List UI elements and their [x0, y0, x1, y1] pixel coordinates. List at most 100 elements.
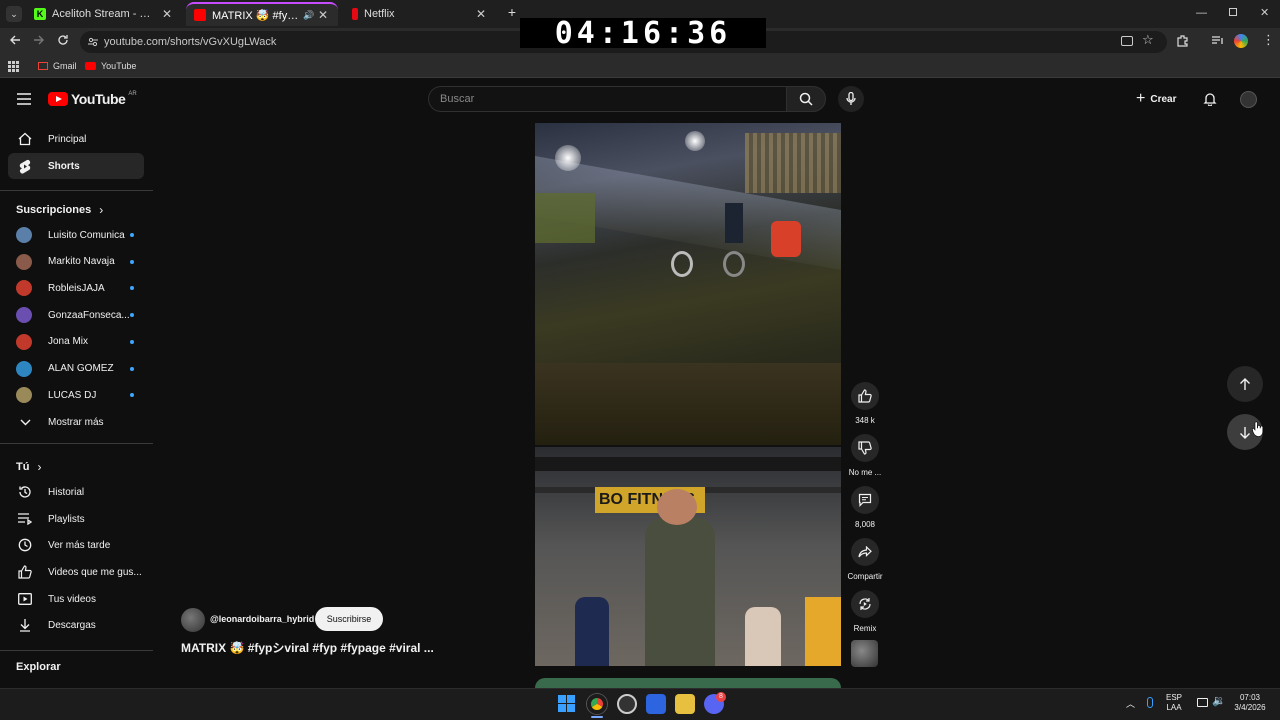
sidebar-item-ver-mas-tarde[interactable]: Ver más tarde: [8, 532, 144, 558]
obs-taskbar-icon[interactable]: [617, 694, 637, 714]
sidebar-subscription-item[interactable]: LUCAS DJ: [8, 382, 144, 408]
window-close-button[interactable]: ✕: [1260, 6, 1269, 19]
account-avatar[interactable]: [1240, 91, 1257, 108]
tray-overflow-icon[interactable]: ︿: [1126, 697, 1135, 710]
bookmark-gmail[interactable]: Gmail: [38, 61, 77, 71]
create-button[interactable]: + Crear: [1136, 90, 1176, 108]
site-info-icon[interactable]: [87, 36, 99, 48]
sidebar-item-liked-videos[interactable]: Videos que me gus...: [8, 559, 144, 585]
microphone-icon: [846, 92, 856, 105]
short-video-player[interactable]: BO FITNESS: [535, 123, 841, 666]
next-short-preview[interactable]: [535, 678, 841, 688]
thumbs-up-icon: [858, 389, 872, 403]
sidebar-subscription-item[interactable]: GonzaaFonseca...: [8, 302, 144, 328]
tab-close-icon[interactable]: ✕: [316, 8, 330, 22]
volume-icon[interactable]: 🔉: [1212, 694, 1226, 707]
search-button[interactable]: [786, 86, 826, 112]
clock-time: 07:03: [1239, 693, 1261, 702]
window-minimize-button[interactable]: —: [1196, 7, 1207, 19]
sidebar-item-descargas[interactable]: Descargas: [8, 612, 144, 638]
tab-search-button[interactable]: ⌄: [6, 6, 22, 22]
overlay-clock: 04:16:36: [520, 16, 766, 51]
channel-name[interactable]: @leonardoibarra_hybrid: [210, 614, 314, 624]
network-icon[interactable]: [1197, 698, 1208, 707]
explore-section-title: Explorar: [16, 661, 61, 673]
hamburger-menu-icon[interactable]: [17, 93, 31, 105]
new-tab-button[interactable]: +: [504, 4, 520, 22]
comments-button[interactable]: [851, 486, 879, 514]
short-title[interactable]: MATRIX 🤯 #fypシviral #fyp #fypage #viral …: [181, 639, 434, 656]
sidebar-subscription-item[interactable]: RobleisJAJA: [8, 275, 144, 301]
url-text[interactable]: youtube.com/shorts/vGvXUgLWack: [104, 36, 276, 48]
clock-icon: [16, 536, 34, 554]
subscription-name: Markito Navaja: [48, 256, 115, 268]
tab-close-icon[interactable]: ✕: [474, 7, 488, 21]
search-icon: [799, 92, 813, 106]
tray-microphone-icon[interactable]: [1147, 697, 1153, 708]
kick-favicon-icon: K: [34, 8, 46, 20]
reload-icon[interactable]: [57, 34, 69, 46]
subscriptions-section-title[interactable]: Suscripciones ›: [16, 203, 103, 217]
kick-taskbar-icon[interactable]: [675, 694, 695, 714]
previous-short-button[interactable]: [1227, 366, 1263, 402]
window-restore-button[interactable]: [1229, 8, 1237, 16]
profile-avatar[interactable]: [1234, 34, 1248, 48]
back-icon[interactable]: [9, 34, 21, 46]
sidebar-item-tus-videos[interactable]: Tus videos: [8, 586, 144, 612]
apps-grid-icon[interactable]: [8, 61, 19, 72]
cast-icon[interactable]: [1121, 36, 1133, 46]
sidebar-item-playlists[interactable]: Playlists: [8, 506, 144, 532]
voice-search-button[interactable]: [838, 86, 864, 112]
tab-netflix[interactable]: Netflix ✕: [344, 2, 496, 26]
channel-avatar: [16, 253, 32, 270]
bookmark-youtube[interactable]: YouTube: [85, 61, 136, 71]
media-controls-icon[interactable]: [1211, 35, 1224, 46]
system-clock[interactable]: 07:03 3/4/2026: [1230, 693, 1270, 713]
extensions-icon[interactable]: [1176, 34, 1189, 47]
chevron-right-icon: ›: [37, 460, 42, 474]
windows-start-icon[interactable]: [558, 695, 575, 712]
plus-icon: +: [1136, 90, 1146, 107]
channel-avatar: [16, 227, 32, 243]
video-icon: [16, 590, 34, 608]
tab-kick-stream[interactable]: K Acelitoh Stream - Watch Live on ✕: [26, 2, 182, 26]
sidebar-item-label: Shorts: [48, 160, 80, 172]
new-content-dot: [130, 259, 134, 264]
sidebar-item-label: Historial: [48, 486, 85, 498]
app-taskbar-icon[interactable]: [646, 694, 666, 714]
language-indicator[interactable]: ESP LAA: [1166, 693, 1182, 713]
chrome-taskbar-icon[interactable]: [587, 694, 607, 714]
download-icon: [16, 616, 34, 634]
sound-thumbnail[interactable]: [851, 640, 878, 667]
sidebar-item-principal[interactable]: Principal: [8, 126, 144, 152]
you-section-title[interactable]: Tú ›: [16, 460, 41, 474]
shorts-icon: [16, 157, 34, 175]
audio-playing-icon[interactable]: 🔊: [302, 10, 316, 21]
notifications-bell-icon[interactable]: [1203, 92, 1217, 106]
channel-avatar: [16, 333, 32, 350]
sidebar-item-shorts[interactable]: Shorts: [8, 153, 144, 179]
like-button[interactable]: [851, 382, 879, 410]
channel-avatar[interactable]: [181, 608, 205, 632]
subscribe-button[interactable]: Suscribirse: [315, 607, 383, 631]
tab-youtube-short[interactable]: MATRIX 🤯 #fypシviral #fyp 🔊 ✕: [186, 2, 338, 26]
bookmark-star-icon[interactable]: ☆: [1142, 32, 1154, 48]
search-input[interactable]: Buscar: [428, 86, 786, 112]
show-more-button[interactable]: Mostrar más: [8, 409, 144, 435]
sidebar-item-historial[interactable]: Historial: [8, 479, 144, 505]
youtube-logo[interactable]: YouTube AR: [48, 91, 137, 107]
netflix-favicon-icon: [352, 8, 358, 20]
bookmark-label: Gmail: [53, 61, 77, 71]
dislike-button[interactable]: [851, 434, 879, 462]
browser-menu-icon[interactable]: ⋮: [1262, 33, 1275, 47]
channel-avatar: [16, 360, 32, 377]
sidebar-subscription-item[interactable]: ALAN GOMEZ: [8, 356, 144, 382]
share-button[interactable]: [851, 538, 879, 566]
sidebar-subscription-item[interactable]: Markito Navaja: [8, 249, 144, 275]
sidebar-subscription-item[interactable]: Luisito Comunica: [8, 222, 144, 248]
tab-close-icon[interactable]: ✕: [160, 7, 174, 21]
remix-button[interactable]: [851, 590, 879, 618]
forward-icon[interactable]: [33, 34, 45, 46]
sidebar-subscription-item[interactable]: Jona Mix: [8, 329, 144, 355]
video-bottom-scene: BO FITNESS: [535, 447, 841, 666]
